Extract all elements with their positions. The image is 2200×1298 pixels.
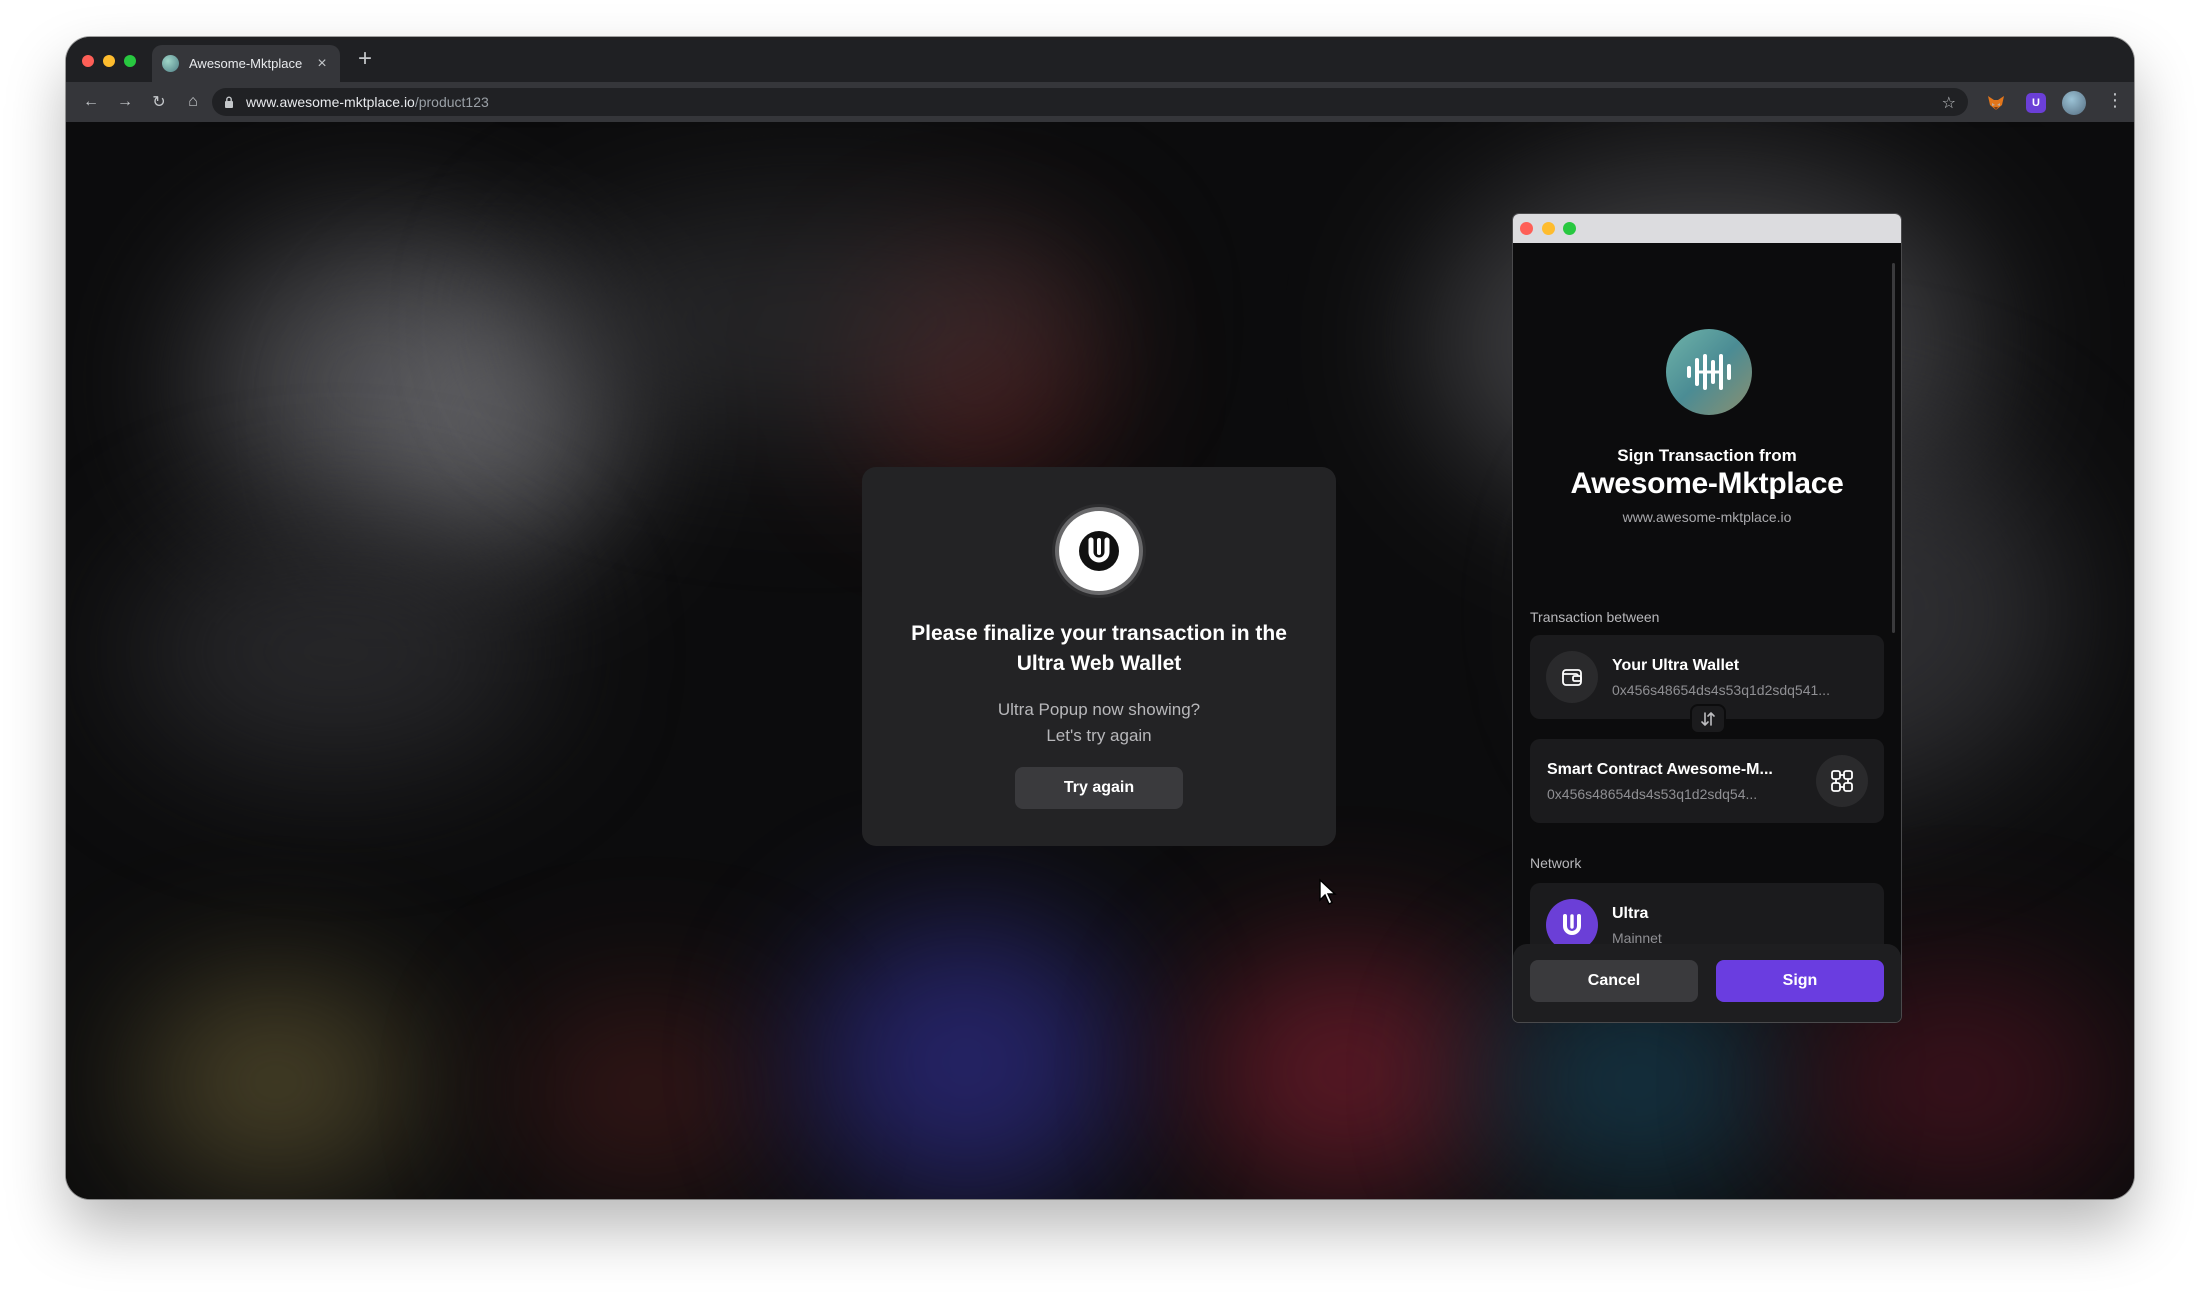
tab-close-icon[interactable]: ×	[314, 55, 330, 73]
back-icon[interactable]: ←	[78, 89, 104, 115]
lock-icon	[225, 96, 233, 108]
forward-icon[interactable]: →	[112, 89, 138, 115]
close-window-button[interactable]	[82, 55, 94, 67]
popup-footer: Cancel Sign	[1513, 944, 1901, 1022]
reload-icon[interactable]: ↻	[146, 89, 172, 115]
ultra-u-icon	[1079, 531, 1119, 571]
popup-body: Sign Transaction from Awesome-Mktplace w…	[1513, 243, 1901, 1022]
background-blur-blob	[1196, 952, 1496, 1192]
finalize-transaction-modal: Please finalize your transaction in the …	[862, 467, 1336, 846]
to-contract-title: Smart Contract Awesome-M...	[1547, 761, 1773, 778]
swap-arrows-icon	[1690, 704, 1726, 734]
modal-subtitle-line: Ultra Popup now showing?	[997, 700, 1201, 719]
background-blur-blob	[136, 982, 416, 1182]
modal-subtitle: Ultra Popup now showing? Let's try again	[998, 697, 1200, 749]
soundwave-icon	[1687, 354, 1731, 390]
browser-window: Awesome-Mktplace × + ← → ↻ ⌂ www.awesome…	[66, 37, 2134, 1199]
popup-close-button[interactable]	[1520, 222, 1533, 235]
from-wallet-title: Your Ultra Wallet	[1612, 657, 1740, 674]
try-again-button[interactable]: Try again	[1015, 767, 1183, 809]
modal-subtitle-line: Let's try again	[1046, 726, 1152, 745]
bookmark-star-icon[interactable]: ☆	[1942, 93, 1956, 113]
from-wallet-address: 0x456s48654ds4s53q1d2sdq541...	[1612, 682, 1830, 698]
background-blur-blob	[126, 532, 546, 772]
mouse-cursor-icon	[1319, 878, 1337, 905]
dapp-url: www.awesome-mktplace.io	[1622, 509, 1792, 525]
ultra-logo-icon	[1055, 507, 1143, 595]
tab-strip: Awesome-Mktplace × +	[66, 37, 2134, 82]
home-icon[interactable]: ⌂	[180, 89, 206, 115]
background-blur-blob	[516, 1002, 776, 1182]
ultra-wallet-popup: Sign Transaction from Awesome-Mktplace w…	[1512, 213, 1902, 1023]
minimize-window-button[interactable]	[103, 55, 115, 67]
network-label: Network	[1530, 855, 1582, 871]
wallet-icon	[1546, 651, 1598, 703]
metamask-fox-icon[interactable]	[1986, 93, 2006, 113]
tab-title: Awesome-Mktplace	[189, 56, 303, 71]
background-blur-blob	[526, 202, 1106, 442]
transaction-between-label: Transaction between	[1530, 609, 1660, 625]
sign-transaction-from-label: Sign Transaction from	[1617, 446, 1797, 465]
profile-avatar[interactable]	[2062, 91, 2086, 115]
ultra-extension-icon[interactable]: U	[2026, 93, 2046, 113]
modal-title: Please finalize your transaction in the …	[911, 622, 1287, 675]
popup-maximize-button[interactable]	[1563, 222, 1576, 235]
to-contract-address: 0x456s48654ds4s53q1d2sdq54...	[1547, 786, 1758, 802]
tab-favicon-icon	[162, 55, 179, 72]
browser-toolbar: ← → ↻ ⌂ www.awesome-mktplace.io/product1…	[66, 82, 2134, 122]
maximize-window-button[interactable]	[124, 55, 136, 67]
cancel-button[interactable]: Cancel	[1530, 960, 1698, 1002]
address-bar[interactable]: www.awesome-mktplace.io/product123 ☆	[212, 88, 1968, 116]
tab-awesome-mktplace[interactable]: Awesome-Mktplace ×	[152, 45, 340, 82]
new-tab-button[interactable]: +	[358, 47, 372, 71]
contract-icon	[1816, 755, 1868, 807]
network-name: Ultra	[1612, 905, 1649, 922]
background-blur-blob	[806, 922, 1126, 1199]
dapp-name: Awesome-Mktplace	[1570, 467, 1844, 500]
dapp-logo-icon	[1666, 329, 1752, 415]
browser-menu-icon[interactable]: ⋮	[2106, 90, 2124, 111]
url-path: /product123	[414, 94, 489, 110]
sign-button[interactable]: Sign	[1716, 960, 1884, 1002]
to-contract-card: Smart Contract Awesome-M... 0x456s48654d…	[1530, 739, 1884, 823]
popup-titlebar	[1513, 214, 1901, 243]
popup-minimize-button[interactable]	[1542, 222, 1555, 235]
url-host: www.awesome-mktplace.io	[246, 94, 415, 110]
